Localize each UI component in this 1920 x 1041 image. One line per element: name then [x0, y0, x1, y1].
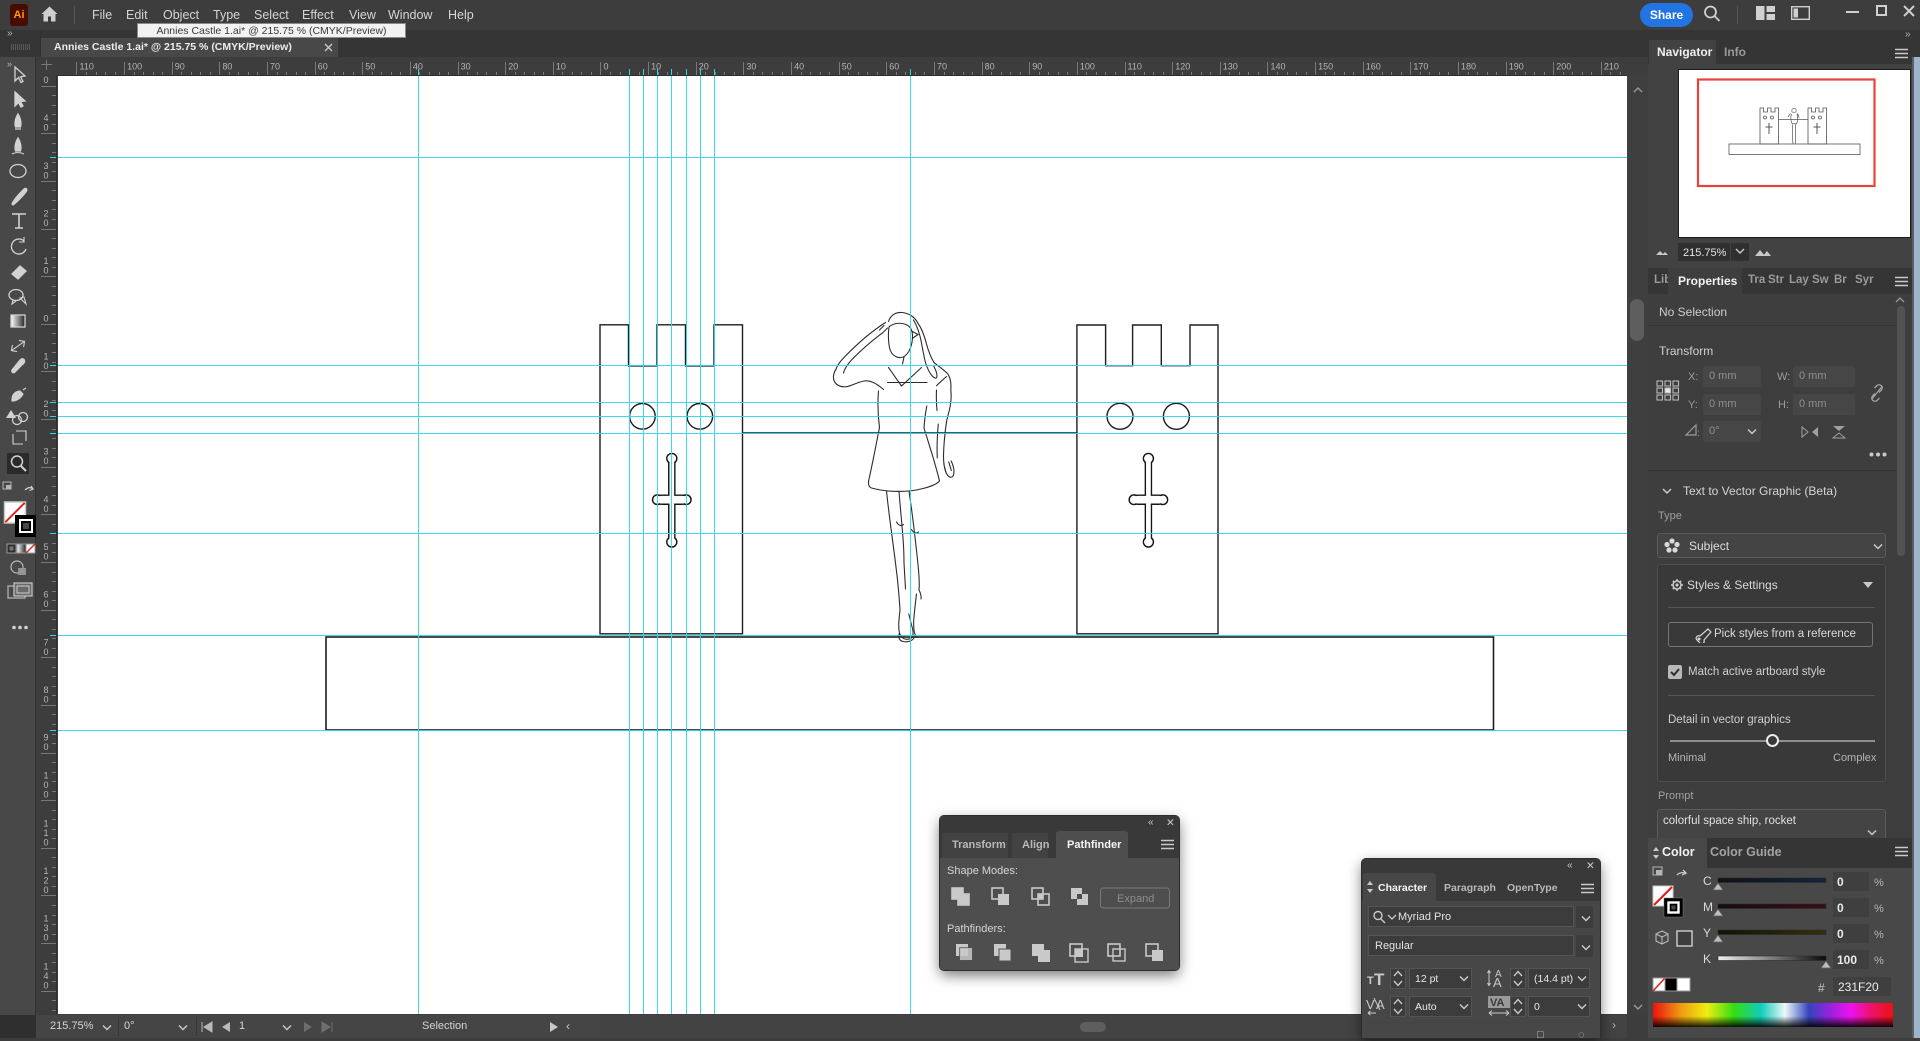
svg-text:A: A: [1493, 975, 1502, 988]
svg-text:0: 0: [43, 504, 48, 514]
svg-text:M: M: [1703, 900, 1713, 914]
svg-text:%: %: [1874, 903, 1884, 915]
svg-text:1: 1: [43, 866, 48, 876]
svg-text:70: 70: [270, 62, 280, 72]
svg-text:60: 60: [889, 62, 899, 72]
svg-text:140: 140: [1271, 62, 1286, 72]
svg-text:0: 0: [43, 170, 48, 180]
svg-text:1: 1: [43, 914, 48, 924]
svg-text:0: 0: [43, 980, 48, 990]
svg-text:100: 100: [127, 62, 142, 72]
svg-text:1: 1: [43, 256, 48, 266]
svg-text:10: 10: [651, 62, 661, 72]
svg-text:0: 0: [43, 599, 48, 609]
svg-text:110: 110: [80, 62, 94, 72]
svg-text:4: 4: [43, 494, 48, 504]
svg-text:100: 100: [1837, 953, 1857, 967]
svg-text:%: %: [1874, 929, 1884, 941]
svg-text:2: 2: [43, 876, 48, 886]
svg-text:1: 1: [43, 771, 48, 781]
svg-text:0: 0: [1837, 875, 1844, 889]
svg-text:1: 1: [43, 828, 48, 838]
svg-text:0: 0: [43, 313, 48, 323]
svg-text:%: %: [1874, 955, 1884, 967]
svg-text:0: 0: [43, 790, 48, 800]
svg-text:0: 0: [43, 266, 48, 276]
svg-text:%: %: [1874, 877, 1884, 889]
svg-text::: :: [1697, 428, 1700, 437]
svg-text:2: 2: [43, 209, 48, 219]
svg-text:110: 110: [1128, 62, 1142, 72]
svg-text:VA: VA: [1490, 997, 1505, 1009]
svg-text:10: 10: [556, 62, 566, 72]
svg-text:Expand: Expand: [1117, 893, 1154, 905]
svg-text:0: 0: [43, 218, 48, 228]
svg-text:1: 1: [43, 351, 48, 361]
svg-text:70: 70: [937, 62, 947, 72]
svg-text:7: 7: [43, 637, 48, 647]
svg-text:Pathfinders:: Pathfinders:: [947, 923, 1006, 935]
svg-text:6: 6: [43, 590, 48, 600]
svg-text:210: 210: [1604, 62, 1619, 72]
svg-text:100: 100: [1080, 62, 1095, 72]
svg-text:T: T: [1367, 975, 1374, 987]
svg-text:9: 9: [43, 733, 48, 743]
svg-text:160: 160: [1366, 62, 1381, 72]
svg-text:0: 0: [43, 361, 48, 371]
svg-text:K: K: [1703, 952, 1711, 966]
svg-text:0: 0: [43, 409, 48, 419]
svg-text:1: 1: [43, 818, 48, 828]
svg-text:0: 0: [1837, 901, 1844, 915]
svg-text:170: 170: [1413, 62, 1428, 72]
svg-text:20: 20: [508, 62, 518, 72]
svg-text:4: 4: [43, 113, 48, 123]
svg-text:130: 130: [1223, 62, 1238, 72]
svg-text:0: 0: [43, 885, 48, 895]
svg-text:40: 40: [794, 62, 804, 72]
svg-text:200: 200: [1556, 62, 1571, 72]
svg-text:90: 90: [1032, 62, 1042, 72]
svg-text:30: 30: [746, 62, 756, 72]
svg-text:0: 0: [1837, 927, 1844, 941]
svg-text:80: 80: [985, 62, 995, 72]
svg-text:0: 0: [43, 456, 48, 466]
svg-text:0: 0: [43, 76, 48, 85]
svg-text:60: 60: [318, 62, 328, 72]
svg-text:0: 0: [43, 552, 48, 562]
svg-text:C: C: [1703, 874, 1712, 888]
svg-text:50: 50: [365, 62, 375, 72]
svg-text:0: 0: [43, 742, 48, 752]
svg-text:4: 4: [43, 971, 48, 981]
svg-text:0: 0: [43, 780, 48, 790]
svg-text:3: 3: [43, 447, 48, 457]
svg-text:190: 190: [1509, 62, 1524, 72]
svg-text:215.75%: 215.75%: [1683, 247, 1727, 259]
svg-text:1: 1: [43, 961, 48, 971]
svg-text:40: 40: [413, 62, 423, 72]
svg-text:V: V: [1366, 997, 1375, 1012]
svg-text:80: 80: [222, 62, 232, 72]
svg-text:150: 150: [1318, 62, 1333, 72]
svg-text:0: 0: [43, 123, 48, 133]
svg-text:90: 90: [175, 62, 185, 72]
svg-text:0: 0: [604, 62, 609, 72]
svg-text:3: 3: [43, 161, 48, 171]
svg-text:0: 0: [43, 647, 48, 657]
svg-text:30: 30: [461, 62, 471, 72]
svg-text:180: 180: [1461, 62, 1476, 72]
svg-text:T: T: [1374, 970, 1385, 989]
svg-text:5: 5: [43, 542, 48, 552]
svg-text:50: 50: [842, 62, 852, 72]
svg-text:120: 120: [1175, 62, 1190, 72]
svg-text:2: 2: [43, 399, 48, 409]
svg-text:0: 0: [43, 694, 48, 704]
svg-text:8: 8: [43, 685, 48, 695]
svg-text:3: 3: [43, 923, 48, 933]
svg-text:»: »: [7, 59, 12, 69]
svg-text:0: 0: [43, 837, 48, 847]
svg-text:0: 0: [43, 933, 48, 943]
svg-text:Y: Y: [1703, 926, 1711, 940]
